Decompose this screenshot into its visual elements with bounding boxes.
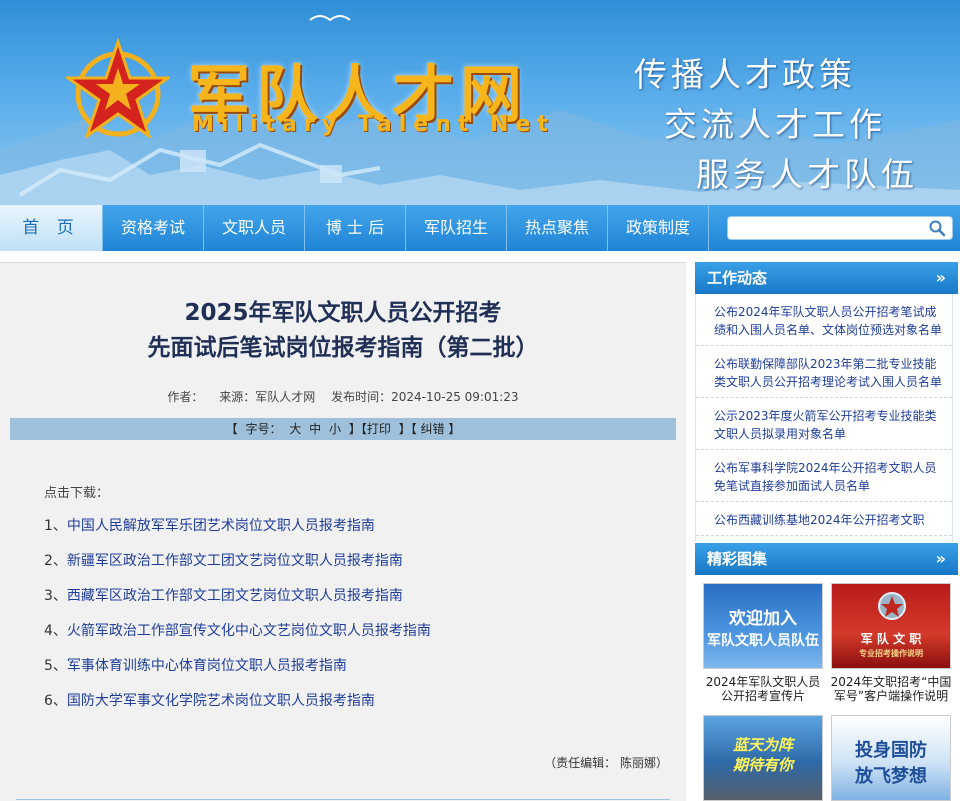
list-number: 4、	[44, 623, 67, 639]
gallery-image[interactable]: 军 队 文 职 专业招考操作说明	[831, 583, 951, 669]
news-section-header: 工作动态 »	[695, 262, 958, 294]
document-list: 1、中国人民解放军军乐团艺术岗位文职人员报考指南 2、新疆军区政治工作部文工团文…	[44, 515, 431, 725]
search-box	[727, 216, 953, 240]
nav-military-admission[interactable]: 军队招生	[406, 205, 507, 251]
author-label: 作者：	[167, 390, 204, 404]
document-link[interactable]: 国防大学军事文化学院艺术岗位文职人员报考指南	[67, 693, 375, 709]
news-item[interactable]: 公布2024年军队文职人员公开招考笔试成绩和入围人员名单、文体岗位预选对象名单	[696, 294, 952, 346]
news-more-button[interactable]: »	[936, 262, 946, 294]
slogan-3: 服务人才队伍	[696, 155, 918, 194]
image-text: 专业招考操作说明	[859, 649, 923, 658]
font-size-label: 字号：	[245, 422, 282, 436]
list-item: 5、军事体育训练中心体育岗位文职人员报考指南	[44, 655, 431, 690]
source-label: 来源：军队人才网	[219, 390, 316, 404]
font-size-medium[interactable]: 中	[309, 422, 321, 436]
article-meta: 作者： 来源：军队人才网 发布时间：2024-10-25 09:01:23	[0, 388, 686, 405]
search-input[interactable]	[728, 217, 924, 239]
list-number: 2、	[44, 553, 67, 569]
gallery-item[interactable]: 投身国防 放飞梦想	[829, 715, 953, 801]
site-title-english: Military Talent Net	[192, 112, 555, 137]
report-error-button[interactable]: 】【 纠错 】	[399, 422, 461, 436]
document-link[interactable]: 新疆军区政治工作部文工团文艺岗位文职人员报考指南	[67, 553, 403, 569]
site-banner: 军队人才网 Military Talent Net 传播人才政策 交流人才工作 …	[0, 0, 960, 205]
news-item[interactable]: 公示2023年度火箭军公开招考专业技能类文职人员拟录用对象名单	[696, 398, 952, 450]
list-item: 1、中国人民解放军军乐团艺术岗位文职人员报考指南	[44, 515, 431, 550]
list-number: 1、	[44, 518, 67, 534]
photo-gallery: 欢迎加入 军队文职人员队伍 2024年军队文职人员公开招考宣传片 军 队 文 职…	[695, 575, 958, 801]
news-item[interactable]: 公布西藏训练基地2024年公开招考文职	[696, 502, 952, 536]
image-text: 军 队 文 职	[860, 632, 922, 646]
news-item[interactable]: 公布军事科学院2024年公开招考文职人员免笔试直接参加面试人员名单	[696, 450, 952, 502]
main-content: 2025年军队文职人员公开招考 先面试后笔试岗位报考指南（第二批） 作者： 来源…	[0, 262, 686, 801]
news-section-title: 工作动态	[707, 269, 768, 287]
emblem-icon	[878, 592, 906, 620]
list-item: 3、西藏军区政治工作部文工团文艺岗位文职人员报考指南	[44, 585, 431, 620]
list-item: 6、国防大学军事文化学院艺术岗位文职人员报考指南	[44, 690, 431, 725]
publish-time: 发布时间：2024-10-25 09:01:23	[331, 390, 519, 404]
sidebar: 工作动态 » 公布2024年军队文职人员公开招考笔试成绩和入围人员名单、文体岗位…	[695, 262, 960, 801]
list-number: 6、	[44, 693, 67, 709]
gallery-item[interactable]: 军 队 文 职 专业招考操作说明 2024年文职招考“中国军号”客户端操作说明	[829, 583, 953, 703]
font-size-small[interactable]: 小	[329, 422, 341, 436]
list-item: 4、火箭军政治工作部宣传文化中心文艺岗位文职人员报考指南	[44, 620, 431, 655]
document-link[interactable]: 中国人民解放军军乐团艺术岗位文职人员报考指南	[67, 518, 375, 534]
gallery-section-header: 精彩图集 »	[695, 543, 958, 575]
nav-policy[interactable]: 政策制度	[608, 205, 709, 251]
article-panel: 2025年军队文职人员公开招考 先面试后笔试岗位报考指南（第二批） 作者： 来源…	[0, 262, 686, 801]
list-item: 2、新疆军区政治工作部文工团文艺岗位文职人员报考指南	[44, 550, 431, 585]
gallery-item[interactable]: 欢迎加入 军队文职人员队伍 2024年军队文职人员公开招考宣传片	[701, 583, 825, 703]
nav-civilian-staff[interactable]: 文职人员	[204, 205, 305, 251]
article-title-line2: 先面试后笔试岗位报考指南（第二批）	[147, 335, 539, 361]
list-number: 3、	[44, 588, 67, 604]
responsible-editor: （责任编辑： 陈丽娜）	[544, 756, 668, 770]
gallery-caption[interactable]: 2024年军队文职人员公开招考宣传片	[701, 675, 825, 703]
image-text: 欢迎加入	[729, 609, 797, 629]
gallery-image[interactable]: 欢迎加入 军队文职人员队伍	[703, 583, 823, 669]
slogan-2: 交流人才工作	[664, 105, 886, 144]
font-size-large[interactable]: 大	[289, 422, 301, 436]
image-text: 军队文职人员队伍	[707, 633, 819, 649]
image-text: 放飞梦想	[855, 766, 927, 787]
article-title-line1: 2025年军队文职人员公开招考	[184, 300, 502, 326]
gallery-caption[interactable]: 2024年文职招考“中国军号”客户端操作说明	[829, 675, 953, 703]
gallery-item[interactable]: 蓝天为阵 期待有你	[701, 715, 825, 801]
document-link[interactable]: 火箭军政治工作部宣传文化中心文艺岗位文职人员报考指南	[67, 623, 431, 639]
news-item[interactable]: 公布联勤保障部队2023年第二批专业技能类文职人员公开招考理论考试入围人员名单	[696, 346, 952, 398]
image-text: 蓝天为阵	[732, 736, 793, 754]
nav-hot-topics[interactable]: 热点聚焦	[507, 205, 608, 251]
main-nav: 首 页 资格考试 文职人员 博 士 后 军队招生 热点聚焦 政策制度	[0, 205, 960, 251]
print-button[interactable]: 】【打印	[349, 422, 391, 436]
divider	[16, 799, 670, 800]
font-size-toolbar: 【 字号： 大 中 小 】【打印 】【 纠错 】	[10, 418, 676, 440]
download-intro: 点击下载：	[44, 486, 110, 501]
image-text: 投身国防	[855, 740, 927, 761]
gallery-image[interactable]: 蓝天为阵 期待有你	[703, 715, 823, 801]
nav-home[interactable]: 首 页	[0, 205, 103, 251]
star-emblem-icon	[66, 38, 170, 138]
nav-postdoc[interactable]: 博 士 后	[305, 205, 406, 251]
image-text: 期待有你	[732, 756, 793, 774]
gallery-more-button[interactable]: »	[936, 543, 946, 575]
slogan-1: 传播人才政策	[634, 55, 856, 94]
gallery-section-title: 精彩图集	[707, 550, 768, 568]
fontbar-open: 【	[225, 422, 238, 436]
document-link[interactable]: 西藏军区政治工作部文工团文艺岗位文职人员报考指南	[67, 588, 403, 604]
list-number: 5、	[44, 658, 67, 674]
gallery-image[interactable]: 投身国防 放飞梦想	[831, 715, 951, 801]
search-icon[interactable]	[928, 219, 946, 237]
news-list: 公布2024年军队文职人员公开招考笔试成绩和入围人员名单、文体岗位预选对象名单 …	[695, 294, 953, 542]
document-link[interactable]: 军事体育训练中心体育岗位文职人员报考指南	[67, 658, 347, 674]
nav-qualification-exam[interactable]: 资格考试	[103, 205, 204, 251]
